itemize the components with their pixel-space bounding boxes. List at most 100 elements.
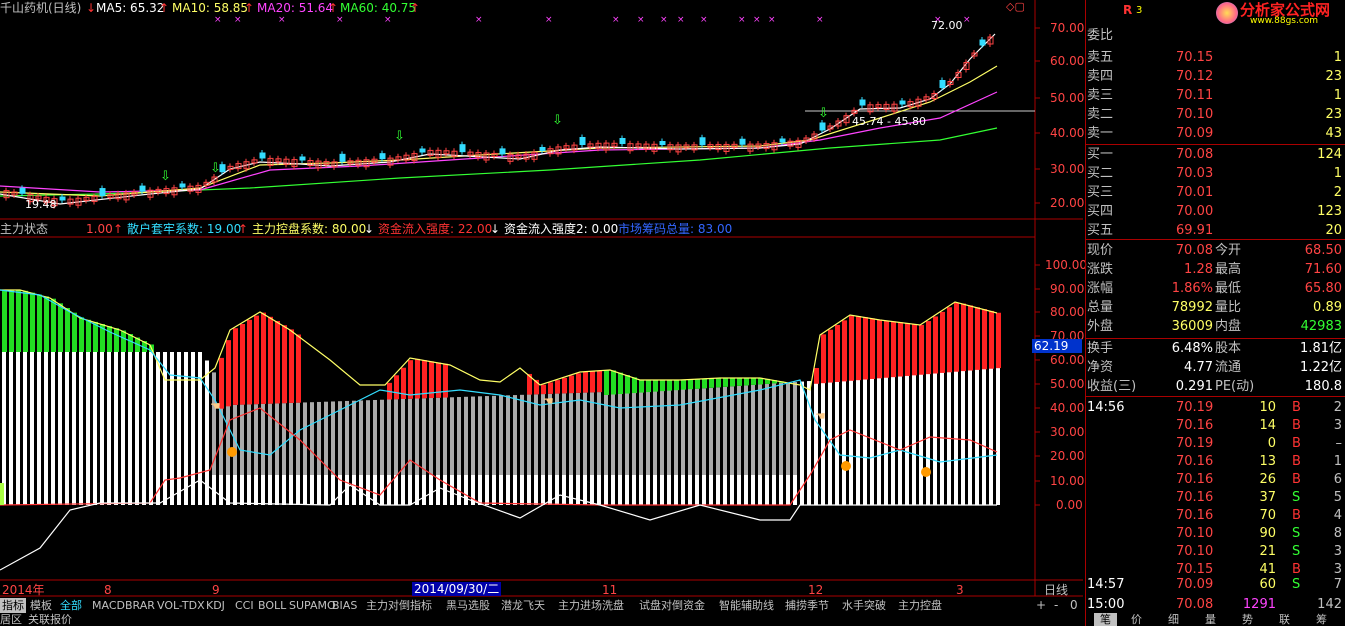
indicator-bar (254, 475, 258, 505)
indicator-cap-red (415, 358, 420, 399)
indicator-bar (968, 369, 972, 505)
indicator-bar (870, 376, 874, 505)
indicator-cap-red (926, 321, 931, 375)
indicator-bar (912, 373, 916, 505)
indicator-bar (856, 377, 860, 505)
kline-chart-area[interactable]: × × × × × × × × × × × × × × × × × × ⇩ ⇩ ⇩ ⇩ ⇩ ☚ ☚ ☚ 千山药机(日线) ↓ MA… (0, 0, 1087, 626)
period-label[interactable]: 日线 (1044, 583, 1068, 597)
down-arrow-icon: ↓ (490, 222, 501, 236)
indicator-tab[interactable]: MACD (90, 598, 127, 613)
candle (419, 148, 426, 153)
down-arrow-icon: ↓ (364, 222, 375, 236)
indicator-cap-red (849, 315, 854, 381)
tick-price: 70.16 (1176, 490, 1214, 505)
indicator-tab[interactable]: 指标 (0, 598, 26, 613)
price-tick: 30.00 (1050, 162, 1085, 176)
buy-price: 69.91 (1176, 223, 1214, 238)
buy-volume: 1 (1333, 166, 1342, 181)
indicator-tab[interactable]: CCI (233, 598, 256, 613)
zoom-out-button[interactable]: - (1054, 598, 1058, 612)
indicator-bar (282, 475, 286, 505)
indicator-bar (408, 475, 412, 505)
indicator-tab[interactable]: 智能辅助线 (717, 598, 776, 613)
tick-row: 14:56 70.19 10 B 2 (1086, 399, 1345, 416)
sell-price: 70.11 (1176, 88, 1214, 103)
buy-volume: 123 (1317, 204, 1342, 219)
indicator-cap-red (905, 323, 910, 376)
tick-count: – (1335, 436, 1343, 451)
indicator-tick: 20.00 (1050, 449, 1085, 463)
indicator-bar (247, 475, 251, 505)
panel-tab[interactable]: 价 (1131, 613, 1142, 626)
buy-row: 买四 70.00 123 (1086, 203, 1345, 220)
indicator-tab[interactable]: 全部 (58, 598, 84, 613)
indicator-tab[interactable]: 水手突破 (840, 598, 888, 613)
buy-label: 买五 (1087, 223, 1114, 238)
indicator-bar (611, 475, 615, 505)
stat-label: 收益(三) (1087, 379, 1137, 394)
indicator-tab[interactable]: KDJ (204, 598, 227, 613)
indicator-tab[interactable]: BRAR (123, 598, 157, 613)
indicator-tab[interactable]: 主力进场洗盘 (556, 598, 626, 613)
indicator-cap-green (30, 292, 35, 352)
diamond-icon[interactable]: ◇▢ (1006, 0, 1025, 14)
chart-canvas[interactable]: × × × × × × × × × × × × × × × × × ×⇩⇩⇩⇩ ⇩☚ ☚☚ (0, 0, 1085, 626)
indicator-bar (849, 378, 853, 505)
stat-label: 外盘 (1087, 319, 1114, 334)
panel-tab[interactable]: 量 (1205, 613, 1216, 626)
indicator-bar (275, 475, 279, 505)
signal-mark: × (234, 15, 242, 25)
signal-mark: × (336, 15, 344, 25)
sell-price: 70.10 (1176, 107, 1214, 122)
indicator-tab[interactable]: 主力控盘 (896, 598, 944, 613)
sell-volume: 43 (1325, 126, 1342, 141)
candle (619, 138, 626, 144)
reset-button[interactable]: 0 (1070, 598, 1078, 612)
indicator-bar (30, 352, 34, 505)
tick-volume: 37 (1259, 490, 1276, 505)
candle (859, 99, 866, 106)
indicator-bar (2, 352, 6, 505)
signal-mark: × (637, 15, 645, 25)
panel-tab[interactable]: 筹 (1316, 613, 1327, 626)
indicator-tab[interactable]: 主力对倒指标 (364, 598, 434, 613)
tick-count: 3 (1333, 544, 1342, 559)
indicator-tick: 60.00 (1050, 353, 1085, 367)
indicator-bar (891, 375, 895, 505)
bottom-link[interactable]: 居区 (0, 613, 22, 626)
indicator-tab[interactable]: 试盘对倒资金 (637, 598, 707, 613)
indicator-bar (597, 475, 601, 505)
indicator-bar (695, 475, 699, 505)
panel-tab[interactable]: 细 (1168, 613, 1179, 626)
bottom-link[interactable]: 关联报价 (28, 613, 72, 626)
indicator-tab[interactable]: VOL-TDX (155, 598, 207, 613)
indicator-bar (72, 352, 76, 505)
indicator-tab[interactable]: 潜龙飞天 (499, 598, 547, 613)
badge-3: 3 (1136, 5, 1143, 16)
indicator-cap-red (996, 312, 1001, 369)
stat-value: 4.77 (1184, 360, 1213, 375)
indicator-bar (149, 352, 153, 505)
indicator-bar (961, 370, 965, 505)
panel-tab[interactable]: 联 (1279, 613, 1290, 626)
indicator-tab[interactable]: BIAS (330, 598, 359, 613)
tick-time: 15:00 (1087, 597, 1125, 612)
indicator-bar (450, 475, 454, 505)
zoom-in-button[interactable]: + (1036, 598, 1046, 612)
indicator-tab[interactable]: BOLL (256, 598, 288, 613)
tick-side: B (1292, 436, 1301, 451)
buy-row: 买二 70.03 1 (1086, 165, 1345, 182)
indicator-bar (863, 377, 867, 505)
indicator-bar (86, 352, 90, 505)
panel-tab[interactable]: 笔 (1094, 613, 1117, 626)
indicator-tab[interactable]: 捕捞季节 (783, 598, 831, 613)
time-label: 8 (104, 583, 112, 597)
buy-price: 70.03 (1176, 166, 1214, 181)
panel-tab[interactable]: 势 (1242, 613, 1253, 626)
stock-terminal: × × × × × × × × × × × × × × × × × × ⇩ ⇩ ⇩ ⇩ ⇩ ☚ ☚ ☚ 千山药机(日线) ↓ MA… (0, 0, 1345, 626)
candle (699, 137, 706, 146)
tick-price: 70.09 (1176, 577, 1214, 592)
indicator-tab[interactable]: 模板 (28, 598, 54, 613)
indicator-tab[interactable]: 黑马选股 (444, 598, 492, 613)
indicator-bar (429, 475, 433, 505)
